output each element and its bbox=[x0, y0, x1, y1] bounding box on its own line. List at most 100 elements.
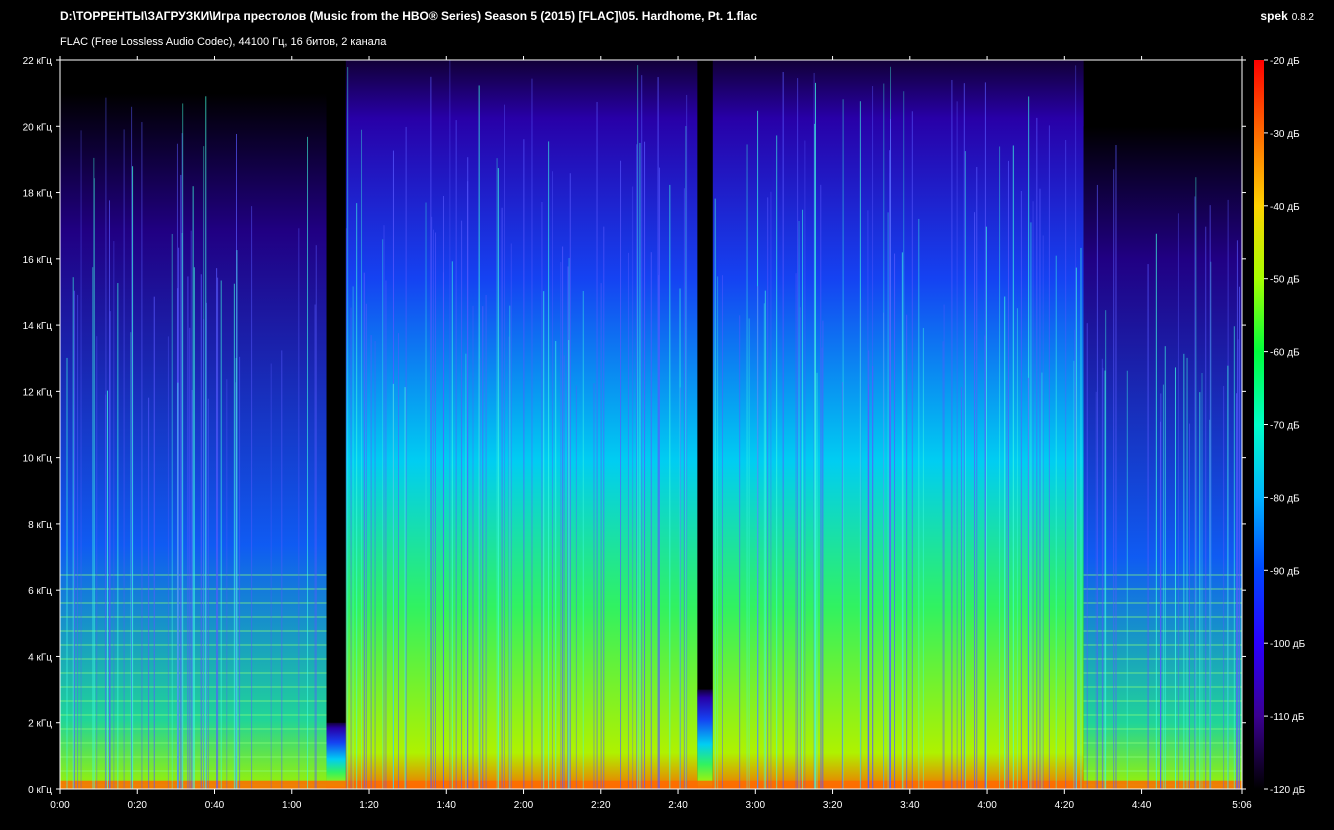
x-tick-label: 2:40 bbox=[668, 800, 688, 811]
transient-line bbox=[398, 333, 400, 789]
transient-line bbox=[307, 136, 309, 790]
transient-line bbox=[531, 78, 533, 789]
transient-line bbox=[509, 305, 511, 789]
transient-line bbox=[569, 173, 571, 789]
transient-line bbox=[872, 366, 874, 789]
transient-line bbox=[551, 171, 553, 789]
transient-line bbox=[582, 291, 584, 789]
y-tick-label: 6 кГц bbox=[28, 586, 52, 597]
transient-line bbox=[189, 327, 191, 789]
transient-line bbox=[842, 99, 844, 790]
transient-line bbox=[425, 202, 427, 789]
transient-line bbox=[802, 209, 804, 790]
x-tick-label: 0:00 bbox=[50, 800, 70, 811]
transient-line bbox=[822, 320, 824, 789]
transient-line bbox=[442, 196, 444, 789]
transient-line bbox=[1036, 117, 1038, 790]
transient-line bbox=[73, 290, 75, 789]
transient-line bbox=[117, 283, 119, 789]
transient-line bbox=[890, 119, 892, 790]
transient-line bbox=[382, 239, 384, 789]
transient-line bbox=[1113, 169, 1115, 789]
transient-line bbox=[1188, 423, 1190, 789]
x-tick-label: 2:00 bbox=[514, 800, 534, 811]
transient-line bbox=[985, 226, 987, 789]
x-tick-label: 0:20 bbox=[128, 800, 148, 811]
transient-line bbox=[746, 144, 748, 790]
x-tick-label: 0:40 bbox=[205, 800, 225, 811]
transient-line bbox=[906, 314, 908, 789]
transient-line bbox=[964, 151, 966, 789]
transient-line bbox=[575, 385, 577, 789]
transient-line bbox=[356, 203, 358, 789]
transient-line bbox=[764, 290, 766, 789]
transient-line bbox=[951, 79, 953, 789]
transient-line bbox=[281, 350, 283, 789]
colorbar-label: -50 дБ bbox=[1270, 275, 1300, 286]
transient-line bbox=[455, 120, 457, 790]
colorbar-label: -100 дБ bbox=[1270, 639, 1306, 650]
x-tick-label: 4:40 bbox=[1132, 800, 1152, 811]
transient-line bbox=[636, 144, 638, 789]
transient-line bbox=[192, 186, 194, 789]
transient-line bbox=[96, 336, 98, 789]
transient-line bbox=[191, 389, 193, 789]
spectrum-segment bbox=[697, 689, 713, 789]
transient-line bbox=[922, 327, 924, 789]
transient-line bbox=[887, 212, 889, 790]
x-tick-label: 3:20 bbox=[823, 800, 843, 811]
transient-line bbox=[270, 363, 272, 789]
transient-line bbox=[365, 303, 367, 789]
transient-line bbox=[352, 286, 354, 789]
transient-line bbox=[171, 233, 173, 790]
transient-line bbox=[233, 283, 235, 789]
y-tick-label: 14 кГц bbox=[23, 321, 53, 332]
transient-line bbox=[620, 160, 622, 790]
harmonic-stripes bbox=[1083, 573, 1242, 789]
transient-line bbox=[1016, 308, 1018, 789]
transient-line bbox=[999, 146, 1001, 790]
transient-line bbox=[1236, 240, 1238, 789]
transient-line bbox=[1075, 267, 1077, 789]
y-tick-label: 20 кГц bbox=[23, 122, 53, 133]
x-tick-label: 4:00 bbox=[977, 800, 997, 811]
transient-line bbox=[434, 232, 436, 789]
transient-line bbox=[465, 353, 467, 789]
transient-line bbox=[1209, 205, 1211, 789]
transient-line bbox=[797, 78, 799, 789]
transient-line bbox=[686, 94, 688, 790]
transient-line bbox=[113, 241, 115, 789]
transient-line bbox=[1042, 235, 1044, 789]
transient-line bbox=[1223, 385, 1225, 789]
transient-line bbox=[804, 140, 806, 789]
transient-line bbox=[603, 226, 605, 790]
transient-line bbox=[496, 158, 498, 790]
transient-line bbox=[181, 233, 183, 790]
transient-line bbox=[503, 104, 505, 789]
transient-line bbox=[799, 307, 801, 789]
colorbar-label: -20 дБ bbox=[1270, 56, 1300, 67]
transient-line bbox=[1199, 392, 1201, 789]
transient-line bbox=[903, 91, 905, 790]
transient-line bbox=[1177, 213, 1179, 790]
colorbar-label: -30 дБ bbox=[1270, 129, 1300, 140]
transient-line bbox=[1104, 370, 1106, 789]
transient-line bbox=[141, 122, 143, 789]
colorbar-label: -40 дБ bbox=[1270, 202, 1300, 213]
transient-line bbox=[370, 335, 372, 789]
transient-line bbox=[1074, 329, 1076, 789]
transient-line bbox=[1027, 377, 1029, 789]
transient-line bbox=[1160, 393, 1162, 789]
transient-line bbox=[1155, 233, 1157, 789]
transient-line bbox=[894, 253, 896, 790]
transient-line bbox=[860, 299, 862, 789]
transient-line bbox=[600, 283, 602, 789]
transient-line bbox=[1239, 286, 1241, 789]
transient-line bbox=[627, 252, 629, 789]
transient-line bbox=[385, 280, 387, 789]
transient-line bbox=[167, 336, 169, 789]
transient-line bbox=[220, 280, 222, 789]
colorbar-label: -110 дБ bbox=[1270, 712, 1305, 723]
transient-line bbox=[1007, 160, 1009, 790]
transient-line bbox=[1194, 196, 1196, 790]
